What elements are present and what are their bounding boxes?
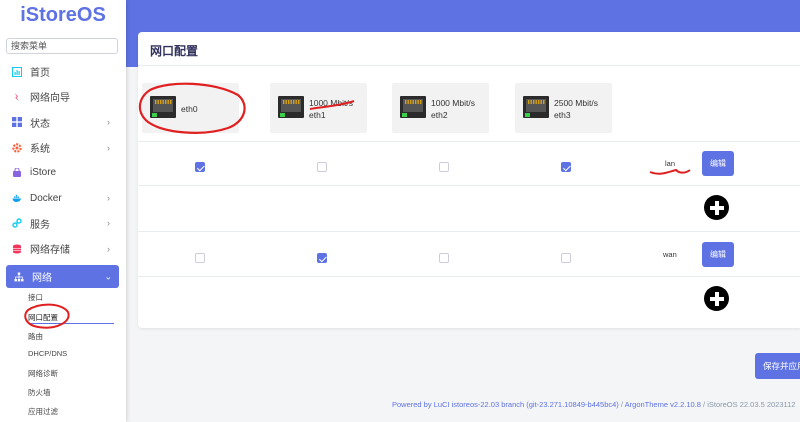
sidebar-item-wizard[interactable]: 网络向导 (0, 84, 126, 109)
wizard-icon (12, 92, 22, 102)
port-name: eth2 (431, 110, 448, 120)
sidebar: iStoreOS 搜索菜单 首页 网络向导 状态 › 系统 › iStore D… (0, 0, 126, 422)
grid-icon (12, 117, 22, 128)
row-divider (138, 185, 800, 186)
checkbox-lan-eth3[interactable] (561, 162, 571, 172)
sidebar-item-label: 网络向导 (30, 93, 70, 105)
subitem-interfaces[interactable]: 接口 (28, 292, 43, 303)
row-divider (138, 231, 800, 232)
port-eth2: 1000 Mbit/s eth2 (392, 83, 489, 133)
checkbox-wan-eth3[interactable] (561, 253, 571, 263)
zone-name-wan: wan (663, 250, 677, 259)
row-divider (138, 276, 800, 277)
footer: Powered by LuCI istoreos-22.03 branch (g… (392, 400, 795, 409)
sidebar-item-label: 网络存储 (30, 245, 70, 257)
add-zone-plus-icon[interactable] (704, 286, 729, 311)
sidebar-item-label: 系统 (30, 144, 50, 156)
sidebar-item-label: iStore (30, 167, 57, 179)
sidebar-item-label: 网络 (32, 273, 52, 285)
sidebar-item-label: 服务 (30, 219, 50, 231)
ethernet-port-icon (523, 96, 549, 118)
sidebar-item-system[interactable]: 系统 › (0, 135, 126, 160)
docker-icon (12, 193, 22, 203)
sidebar-item-label: 首页 (30, 68, 50, 80)
subitem-firewall[interactable]: 防火墙 (28, 387, 51, 398)
subitem-app-filter[interactable]: 应用过滤 (28, 406, 58, 417)
subitem-dhcp-dns[interactable]: DHCP/DNS (28, 349, 67, 358)
edit-lan-button[interactable]: 编辑 (702, 151, 734, 176)
port-eth0: eth0 (142, 83, 239, 133)
port-config-card: 网口配置 eth0 1000 Mbit/s eth1 1000 Mbit/s e… (138, 32, 800, 328)
ethernet-port-icon (400, 96, 426, 118)
sidebar-item-istore[interactable]: iStore (0, 160, 126, 185)
port-eth3: 2500 Mbit/s eth3 (515, 83, 612, 133)
add-zone-plus-icon[interactable] (704, 195, 729, 220)
chevron-right-icon: › (107, 193, 110, 204)
chevron-down-icon: ⌄ (104, 271, 112, 282)
port-name: eth3 (554, 110, 571, 120)
row-divider (138, 141, 800, 142)
port-name: eth0 (181, 104, 198, 114)
sidebar-item-network[interactable]: 网络 ⌄ (6, 265, 119, 289)
checkbox-wan-eth1[interactable] (317, 253, 327, 263)
sidebar-item-status[interactable]: 状态 › (0, 110, 126, 135)
zone-name-lan: lan (665, 159, 676, 168)
chevron-right-icon: › (107, 243, 110, 254)
sidebar-item-label: 状态 (30, 118, 50, 130)
storage-icon (12, 244, 22, 254)
port-speed: 2500 Mbit/s (554, 98, 598, 108)
sidebar-item-storage[interactable]: 网络存储 › (0, 236, 126, 261)
sidebar-item-docker[interactable]: Docker › (0, 185, 126, 210)
subitem-port-config[interactable]: 网口配置 (28, 312, 58, 323)
port-speed: 1000 Mbit/s (309, 98, 353, 108)
footer-luci-link[interactable]: Powered by LuCI istoreos-22.03 branch (g… (392, 400, 619, 409)
edit-wan-button[interactable]: 编辑 (702, 242, 734, 267)
sidebar-item-services[interactable]: 服务 › (0, 211, 126, 236)
subitem-routes[interactable]: 路由 (28, 331, 43, 342)
checkbox-lan-eth0[interactable] (195, 162, 205, 172)
footer-version: / iStoreOS 22.03.5 2023112 (700, 400, 796, 409)
ethernet-port-icon (278, 96, 304, 118)
page-title: 网口配置 (150, 44, 199, 58)
sidebar-item-label: Docker (30, 192, 62, 204)
chevron-right-icon: › (107, 142, 110, 153)
brand-logo[interactable]: iStoreOS (0, 0, 126, 36)
checkbox-wan-eth2[interactable] (439, 253, 449, 263)
subitem-active-underline (28, 323, 114, 324)
subitem-diagnostics[interactable]: 网络诊断 (28, 368, 58, 379)
search-input[interactable]: 搜索菜单 (6, 38, 118, 54)
footer-theme-link[interactable]: ArgonTheme v2.2.10.8 (625, 400, 701, 409)
ethernet-port-icon (150, 96, 176, 118)
services-icon (12, 218, 22, 229)
checkbox-lan-eth1[interactable] (317, 162, 327, 172)
sidebar-item-home[interactable]: 首页 (0, 59, 126, 84)
save-apply-button[interactable]: 保存并应用 (755, 353, 800, 379)
divider (138, 65, 800, 66)
chevron-right-icon: › (107, 117, 110, 128)
checkbox-wan-eth0[interactable] (195, 253, 205, 263)
port-name: eth1 (309, 110, 326, 120)
network-icon (14, 272, 24, 282)
chevron-right-icon: › (107, 218, 110, 229)
port-speed: 1000 Mbit/s (431, 98, 475, 108)
port-eth1: 1000 Mbit/s eth1 (270, 83, 367, 133)
store-icon (12, 167, 22, 178)
gear-icon (12, 142, 22, 153)
checkbox-lan-eth2[interactable] (439, 162, 449, 172)
sidebar-menu: 首页 网络向导 状态 › 系统 › iStore Docker › 服务 › 网… (0, 59, 126, 289)
chart-icon (12, 66, 22, 77)
